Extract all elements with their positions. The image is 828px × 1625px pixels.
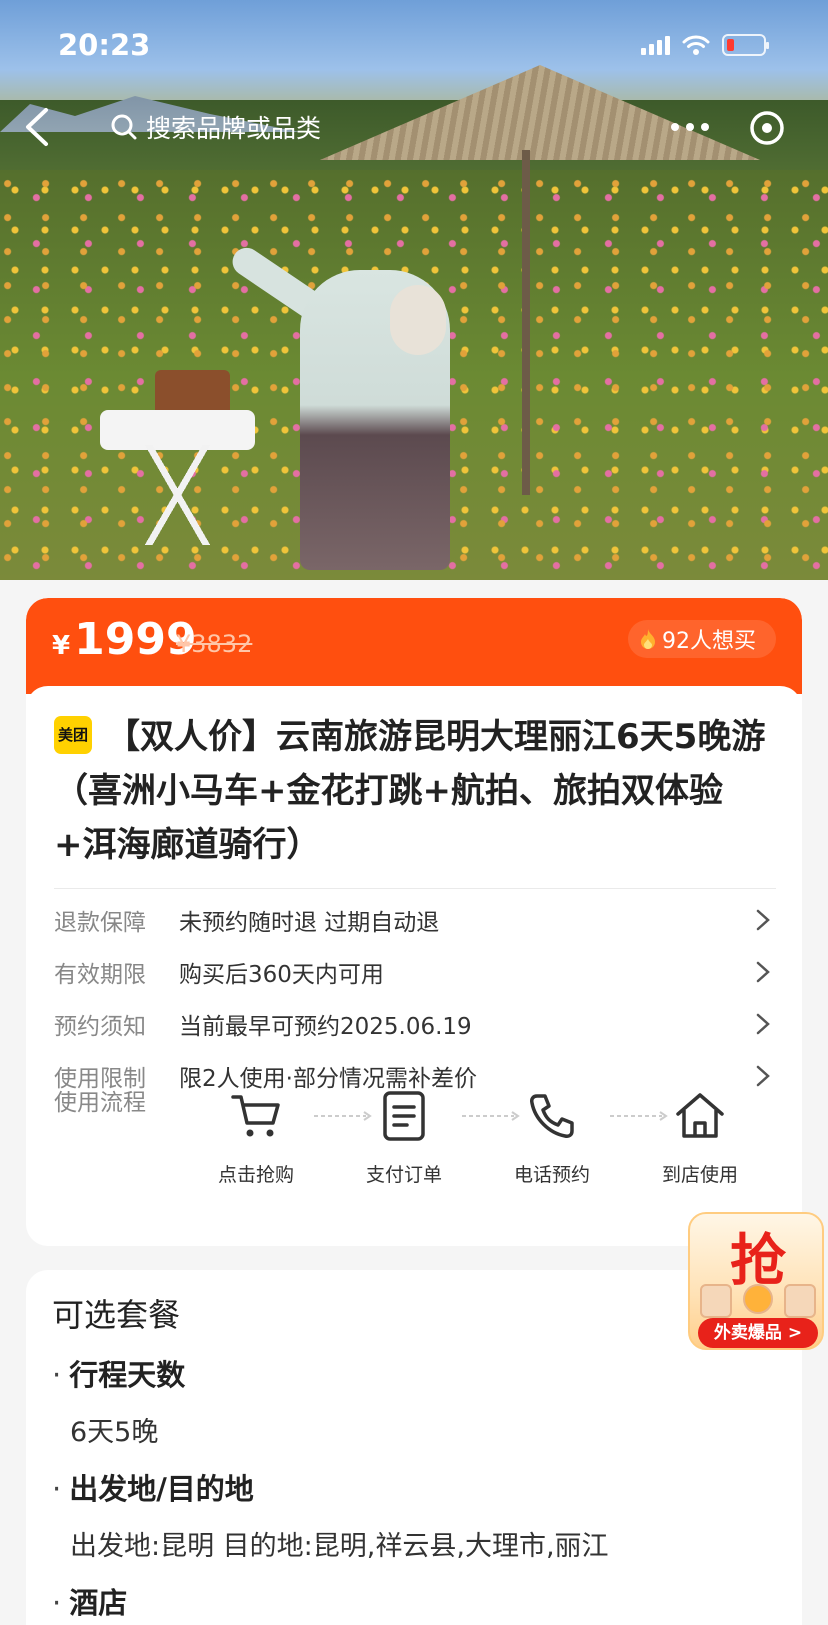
flow-step-visit: 到店使用 [640,1086,760,1187]
back-icon[interactable] [18,104,58,150]
signal-icon [641,35,670,55]
price-bar: ¥ 1999 ¥3832 92人想买 [26,598,802,746]
info-row-validity[interactable]: 有效期限 购买后360天内可用 [54,946,794,998]
info-row-booking[interactable]: 预约须知 当前最早可预约2025.06.19 [54,998,794,1050]
package-section-title: 可选套餐 [52,1296,181,1334]
usage-flow: 点击抢购 支付订单 电话预约 到店使用 [196,1086,786,1196]
wifi-icon [682,35,710,55]
ad-button[interactable]: 外卖爆品 > [698,1318,818,1348]
cart-icon [231,1095,280,1137]
search-icon [111,114,137,140]
target-icon[interactable] [747,108,787,148]
chevron-right-icon [756,909,770,931]
battery-icon [722,34,769,56]
takeout-deals-float-ad[interactable]: 抢 外卖爆品 > [688,1212,824,1350]
search-bar[interactable]: 搜索品牌或品类 [92,98,362,156]
option-heading: · 行程天数 [52,1358,186,1392]
flow-step-pay: 支付订单 [344,1086,464,1187]
option-heading: · 酒店 [52,1586,128,1620]
chevron-right-icon [756,1013,770,1035]
ad-products-image [700,1284,816,1318]
flow-step-buy: 点击抢购 [196,1086,316,1187]
fire-icon [641,629,655,649]
product-hero-image[interactable] [0,0,828,580]
meituan-brand-tag: 美团 [54,715,92,754]
option-heading: · 出发地/目的地 [52,1472,254,1506]
divider [54,888,776,889]
more-icon[interactable] [665,112,715,142]
search-placeholder: 搜索品牌或品类 [146,114,322,143]
package-options-card: 可选套餐 · 行程天数 6天5晚 · 出发地/目的地 出发地:昆明 目的地:昆明,祥… [26,1270,802,1625]
option-value[interactable]: 6天5晚 [70,1410,158,1449]
product-info-card: ¥ 1999 ¥3832 92人想买 美团 【双人价】云南旅游昆明大理丽江6天5晚… [26,598,802,1246]
status-time: 20:23 [58,28,151,62]
home-icon [676,1093,724,1138]
want-count-badge: 92人想买 [628,620,776,658]
order-icon [383,1091,425,1141]
option-value[interactable]: 出发地:昆明 目的地:昆明,祥云县,大理市,丽江 [70,1524,609,1563]
info-row-refund[interactable]: 退款保障 未预约随时退 过期自动退 [54,894,794,946]
phone-icon [530,1094,574,1138]
flow-step-call: 电话预约 [492,1086,612,1187]
current-price: ¥ 1999 [52,614,197,665]
product-detail-page: 20:23 搜索品牌或品类 ¥ 1999 ¥3832 92人想买 美团 【双人价… [0,0,828,1625]
chevron-right-icon [756,1065,770,1087]
usage-flow-label: 使用流程 [54,1090,146,1116]
original-price: ¥3832 [176,630,253,658]
product-title: 美团 【双人价】云南旅游昆明大理丽江6天5晚游（喜洲小马车+金花打跳+航拍、旅拍双… [54,715,766,865]
status-icons [641,34,769,56]
chevron-right-icon [756,961,770,983]
